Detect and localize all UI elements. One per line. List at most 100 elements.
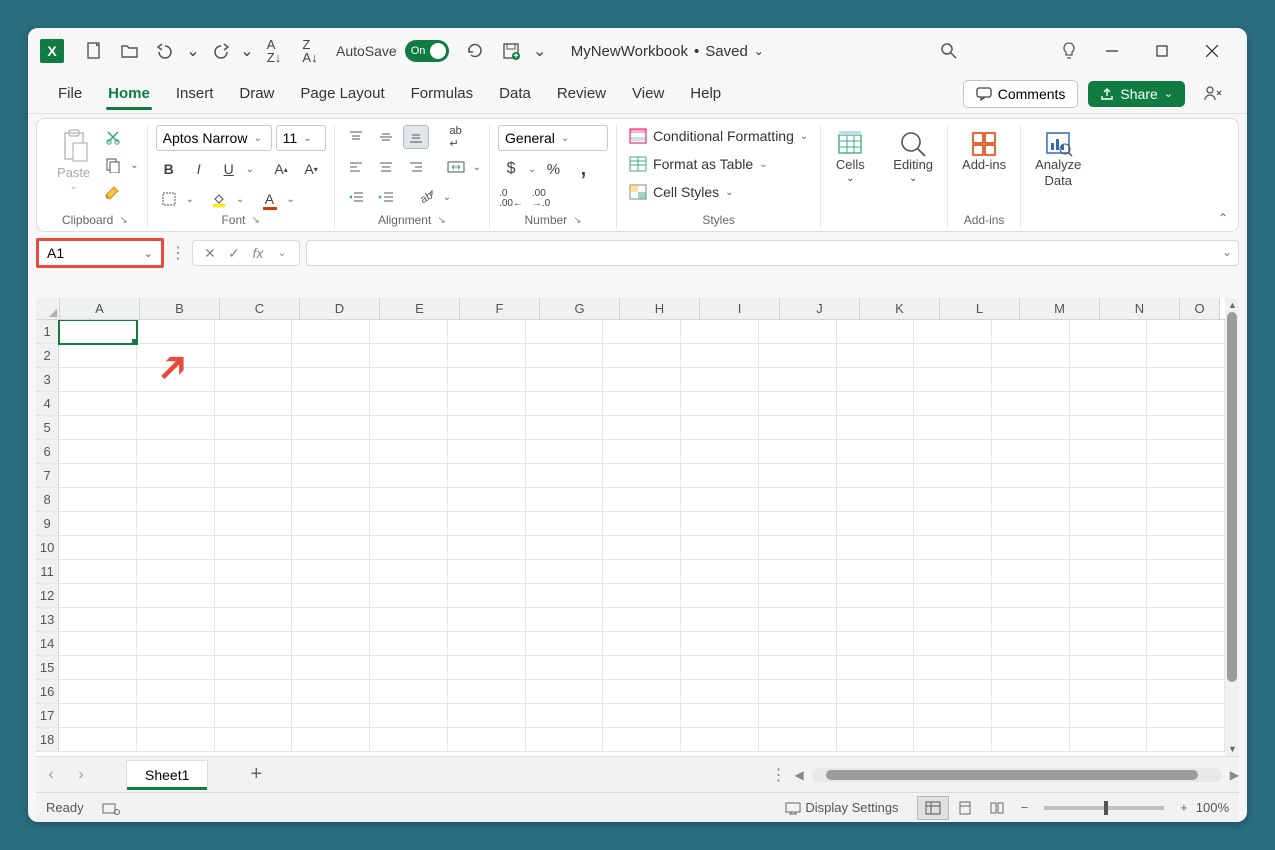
cell[interactable] xyxy=(603,560,681,584)
zoom-level[interactable]: 100% xyxy=(1196,800,1229,815)
cell[interactable] xyxy=(59,344,137,368)
accounting-format-icon[interactable]: $ xyxy=(498,157,524,181)
cell[interactable] xyxy=(292,680,370,704)
sheet-tab[interactable]: Sheet1 xyxy=(126,760,208,789)
cell[interactable] xyxy=(292,728,370,752)
cell[interactable] xyxy=(215,656,293,680)
cell[interactable] xyxy=(370,368,448,392)
decrease-decimal-icon[interactable]: .00→.0 xyxy=(528,187,554,211)
cell[interactable] xyxy=(137,320,215,344)
macro-record-icon[interactable] xyxy=(102,801,120,815)
cell[interactable] xyxy=(759,704,837,728)
cell[interactable] xyxy=(292,536,370,560)
number-dialog-icon[interactable]: ↘ xyxy=(573,215,581,226)
col-header[interactable]: D xyxy=(300,298,380,319)
cell[interactable] xyxy=(526,392,604,416)
font-name-combo[interactable]: Aptos Narrow⌄ xyxy=(156,125,272,151)
cell[interactable] xyxy=(1147,416,1225,440)
cell[interactable] xyxy=(837,560,915,584)
cell[interactable] xyxy=(837,488,915,512)
cell[interactable] xyxy=(526,560,604,584)
row-header[interactable]: 9 xyxy=(36,512,59,536)
cell[interactable] xyxy=(292,344,370,368)
cell[interactable] xyxy=(292,416,370,440)
cell[interactable] xyxy=(837,368,915,392)
cell[interactable] xyxy=(292,368,370,392)
row-header[interactable]: 17 xyxy=(36,704,59,728)
cell[interactable] xyxy=(914,344,992,368)
align-center-icon[interactable] xyxy=(373,155,399,179)
cell[interactable] xyxy=(448,464,526,488)
cell[interactable] xyxy=(1070,728,1148,752)
cell[interactable] xyxy=(1147,560,1225,584)
cell[interactable] xyxy=(292,392,370,416)
cell[interactable] xyxy=(526,608,604,632)
display-settings-button[interactable]: Display Settings xyxy=(785,800,898,815)
cell[interactable] xyxy=(992,656,1070,680)
cell[interactable] xyxy=(837,392,915,416)
cell[interactable] xyxy=(137,632,215,656)
tab-page-layout[interactable]: Page Layout xyxy=(288,79,396,108)
cell[interactable] xyxy=(914,488,992,512)
cell[interactable] xyxy=(59,728,137,752)
minimize-button[interactable] xyxy=(1089,28,1135,74)
copy-dropdown[interactable]: ⌄ xyxy=(130,160,138,171)
col-header[interactable]: N xyxy=(1100,298,1180,319)
new-sheet-button[interactable]: + xyxy=(238,763,274,786)
cell[interactable] xyxy=(137,392,215,416)
row-header[interactable]: 16 xyxy=(36,680,59,704)
cell[interactable] xyxy=(137,368,215,392)
cell[interactable] xyxy=(137,440,215,464)
font-size-combo[interactable]: 11⌄ xyxy=(276,125,326,151)
conditional-formatting-button[interactable]: Conditional Formatting⌄ xyxy=(625,125,812,147)
increase-decimal-icon[interactable]: .0.00← xyxy=(498,187,524,211)
col-header[interactable]: M xyxy=(1020,298,1100,319)
cell[interactable] xyxy=(370,656,448,680)
cell[interactable] xyxy=(526,536,604,560)
cell[interactable] xyxy=(526,464,604,488)
cell[interactable] xyxy=(526,584,604,608)
scroll-left-icon[interactable]: ◀ xyxy=(795,768,804,782)
cell[interactable] xyxy=(137,464,215,488)
align-left-icon[interactable] xyxy=(343,155,369,179)
cell[interactable] xyxy=(370,440,448,464)
cell[interactable] xyxy=(681,440,759,464)
cell[interactable] xyxy=(992,440,1070,464)
cell[interactable] xyxy=(448,488,526,512)
vertical-scroll-thumb[interactable] xyxy=(1227,312,1237,682)
cell[interactable] xyxy=(370,392,448,416)
cell[interactable] xyxy=(59,632,137,656)
cell[interactable] xyxy=(137,344,215,368)
cell[interactable] xyxy=(448,632,526,656)
cell[interactable] xyxy=(837,632,915,656)
comma-format-icon[interactable]: , xyxy=(570,157,596,181)
cell[interactable] xyxy=(759,320,837,344)
cell[interactable] xyxy=(837,440,915,464)
cell[interactable] xyxy=(59,608,137,632)
fx-dropdown[interactable]: ⌄ xyxy=(271,248,293,259)
normal-view-icon[interactable] xyxy=(917,796,949,820)
cell[interactable] xyxy=(137,704,215,728)
cell[interactable] xyxy=(992,392,1070,416)
col-header[interactable]: B xyxy=(140,298,220,319)
close-button[interactable] xyxy=(1189,28,1235,74)
cell[interactable] xyxy=(603,680,681,704)
cell[interactable] xyxy=(681,656,759,680)
cell[interactable] xyxy=(992,512,1070,536)
cell[interactable] xyxy=(603,344,681,368)
cell[interactable] xyxy=(681,728,759,752)
cell[interactable] xyxy=(837,416,915,440)
cell[interactable] xyxy=(759,632,837,656)
sort-asc-icon[interactable]: AZ↓ xyxy=(258,35,290,67)
cell[interactable] xyxy=(603,608,681,632)
addins-button[interactable]: Add-ins xyxy=(956,125,1012,177)
fx-icon[interactable]: fx xyxy=(247,245,269,261)
cell[interactable] xyxy=(370,536,448,560)
cell[interactable] xyxy=(1147,344,1225,368)
cell[interactable] xyxy=(448,728,526,752)
account-icon[interactable] xyxy=(1197,78,1229,110)
cell[interactable] xyxy=(837,464,915,488)
increase-indent-icon[interactable] xyxy=(373,185,399,209)
horizontal-scrollbar[interactable] xyxy=(812,768,1222,782)
cell[interactable] xyxy=(1147,632,1225,656)
